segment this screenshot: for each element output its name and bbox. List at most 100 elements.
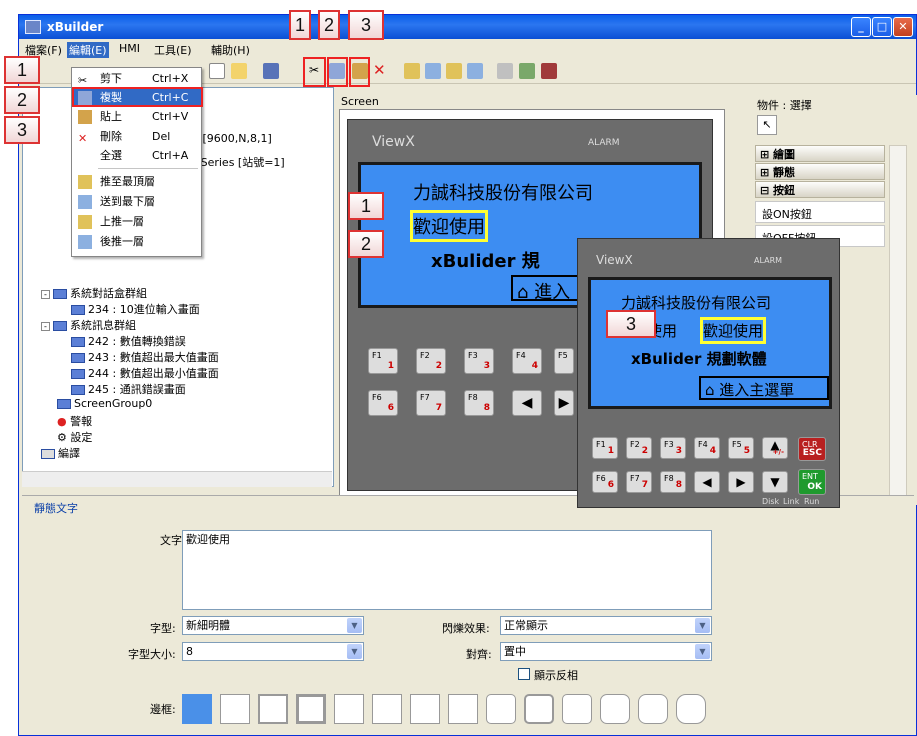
menu-edit[interactable]: 編輯(E): [67, 42, 109, 58]
menu-hmi[interactable]: HMI: [119, 42, 140, 55]
align-select[interactable]: 置中 ▼: [500, 642, 712, 661]
bring-forward-icon: [78, 215, 92, 229]
tree-node[interactable]: 242 : 數值轉換錯誤: [71, 333, 186, 349]
category-button[interactable]: ⊟ 按鈕: [755, 181, 885, 198]
font-label: 字型:: [150, 622, 176, 635]
f2-key: F2 2: [626, 437, 652, 459]
pointer-tool-icon[interactable]: ↖: [757, 115, 777, 135]
highlight-cut-tool: [303, 57, 326, 87]
menu-help[interactable]: 輔助(H): [211, 42, 250, 58]
border-label: 邊框:: [150, 703, 176, 716]
menu-item-delete[interactable]: ✕ 刪除 Del: [72, 128, 201, 146]
close-button[interactable]: ✕: [893, 17, 913, 37]
font-size-select[interactable]: 8 ▼: [182, 642, 364, 661]
menu-item-bring-to-front[interactable]: 推至最頂層: [72, 173, 201, 191]
blink-select[interactable]: 正常顯示 ▼: [500, 616, 712, 635]
border-style-option[interactable]: [524, 694, 554, 724]
callout-3-toolbar: 3: [348, 10, 384, 40]
lcd-screen-preview: 力誠科技股份有限公司 使用 歡迎使用 xBulider 規劃軟體 ⌂ 進入主選單: [588, 277, 832, 409]
border-style-option[interactable]: [638, 694, 668, 724]
tree-node[interactable]: ● 警報: [57, 413, 92, 429]
tree-node[interactable]: 243 : 數值超出最大值畫面: [71, 349, 219, 365]
border-medium-option[interactable]: [258, 694, 288, 724]
maximize-button[interactable]: □: [872, 17, 892, 37]
tree-node[interactable]: 244 : 數值超出最小值畫面: [71, 365, 219, 381]
f5-key[interactable]: F5: [554, 348, 574, 374]
bring-forward-icon[interactable]: [446, 63, 462, 79]
text-input[interactable]: 歡迎使用: [182, 530, 712, 610]
lcd-product-text: xBulider 規劃軟體: [631, 350, 767, 368]
menu-item-paste[interactable]: 貼上 Ctrl+V: [72, 108, 201, 126]
bring-to-front-icon[interactable]: [404, 63, 420, 79]
compile-icon[interactable]: [497, 63, 513, 79]
right-arrow-key[interactable]: ▶: [554, 390, 574, 416]
tree-node[interactable]: 234 : 10進位輸入畫面: [71, 301, 200, 317]
link-label: Link: [783, 497, 800, 506]
callout-2-lcd: 2: [348, 230, 384, 258]
tree-node[interactable]: ⚙ 設定: [57, 429, 92, 445]
send-backward-icon[interactable]: [467, 63, 483, 79]
up-arrow-key: ▲ +/-: [762, 437, 788, 459]
tree-node[interactable]: - 系統訊息群組: [41, 317, 136, 333]
menu-item-cut[interactable]: ✂ 剪下 Ctrl+X: [72, 70, 201, 88]
category-static[interactable]: ⊞ 靜態: [755, 163, 885, 180]
invert-checkbox[interactable]: [518, 668, 530, 680]
alarm-label: ALARM: [588, 138, 620, 148]
tree-scrollbar[interactable]: [22, 471, 332, 487]
delete-icon[interactable]: ✕: [373, 63, 389, 79]
tree-node[interactable]: - 系統對話盒群組: [41, 285, 147, 301]
border-style-option[interactable]: [448, 694, 478, 724]
border-thin-option[interactable]: [220, 694, 250, 724]
f6-key[interactable]: F6 6: [368, 390, 398, 416]
tree-node[interactable]: ScreenGroup0: [57, 397, 152, 410]
paste-icon: [78, 110, 92, 124]
menu-tools[interactable]: 工具(E): [154, 42, 192, 58]
delete-icon: ✕: [78, 132, 88, 145]
invert-label: 顯示反相: [534, 669, 578, 682]
brand-label: ViewX: [596, 253, 633, 267]
callout-2-menu: 2: [4, 86, 40, 114]
border-style-option[interactable]: [334, 694, 364, 724]
lcd-welcome-text[interactable]: 歡迎使用: [410, 210, 488, 242]
border-none-option[interactable]: [182, 694, 212, 724]
save-icon[interactable]: [263, 63, 279, 79]
title-bar: xBuilder _ □ ✕: [19, 15, 916, 39]
border-style-option[interactable]: [372, 694, 402, 724]
minimize-button[interactable]: _: [851, 17, 871, 37]
border-style-picker: [182, 694, 722, 726]
callout-2-toolbar: 2: [318, 10, 340, 40]
border-style-option[interactable]: [562, 694, 592, 724]
border-style-option[interactable]: [600, 694, 630, 724]
set-on-button-item[interactable]: 設ON按鈕: [755, 201, 885, 223]
border-style-option[interactable]: [676, 694, 706, 724]
download-icon[interactable]: [519, 63, 535, 79]
border-thick-option[interactable]: [296, 694, 326, 724]
border-style-option[interactable]: [410, 694, 440, 724]
run-icon[interactable]: [541, 63, 557, 79]
border-style-option[interactable]: [486, 694, 516, 724]
lcd-product-text[interactable]: xBulider 規: [431, 247, 540, 273]
menu-item-bring-forward[interactable]: 上推一層: [72, 213, 201, 231]
screen-label: Screen: [341, 95, 379, 108]
f4-key[interactable]: F4 4: [512, 348, 542, 374]
f8-key[interactable]: F8 8: [464, 390, 494, 416]
tree-node[interactable]: 245 : 通訊錯誤畫面: [71, 381, 186, 397]
category-drawing[interactable]: ⊞ 繪圖: [755, 145, 885, 162]
menu-bar: 檔案(F) 編輯(E) HMI 工具(E) 輔助(H): [19, 39, 916, 58]
open-icon[interactable]: [231, 63, 247, 79]
palette-scrollbar[interactable]: [889, 145, 907, 505]
left-arrow-key[interactable]: ◀: [512, 390, 542, 416]
menu-item-send-to-back[interactable]: 送到最下層: [72, 193, 201, 211]
f1-key[interactable]: F1 1: [368, 348, 398, 374]
menu-item-select-all[interactable]: 全選 Ctrl+A: [72, 147, 201, 165]
send-to-back-icon[interactable]: [425, 63, 441, 79]
f2-key[interactable]: F2 2: [416, 348, 446, 374]
tree-node[interactable]: 編譯: [41, 445, 80, 461]
f3-key[interactable]: F3 3: [464, 348, 494, 374]
f7-key[interactable]: F7 7: [416, 390, 446, 416]
lcd-home-button: ⌂ 進入主選單: [699, 376, 829, 400]
new-icon[interactable]: [209, 63, 225, 79]
lcd-company-text[interactable]: 力誠科技股份有限公司: [413, 179, 593, 205]
menu-item-send-backward[interactable]: 後推一層: [72, 233, 201, 251]
font-select[interactable]: 新細明體 ▼: [182, 616, 364, 635]
